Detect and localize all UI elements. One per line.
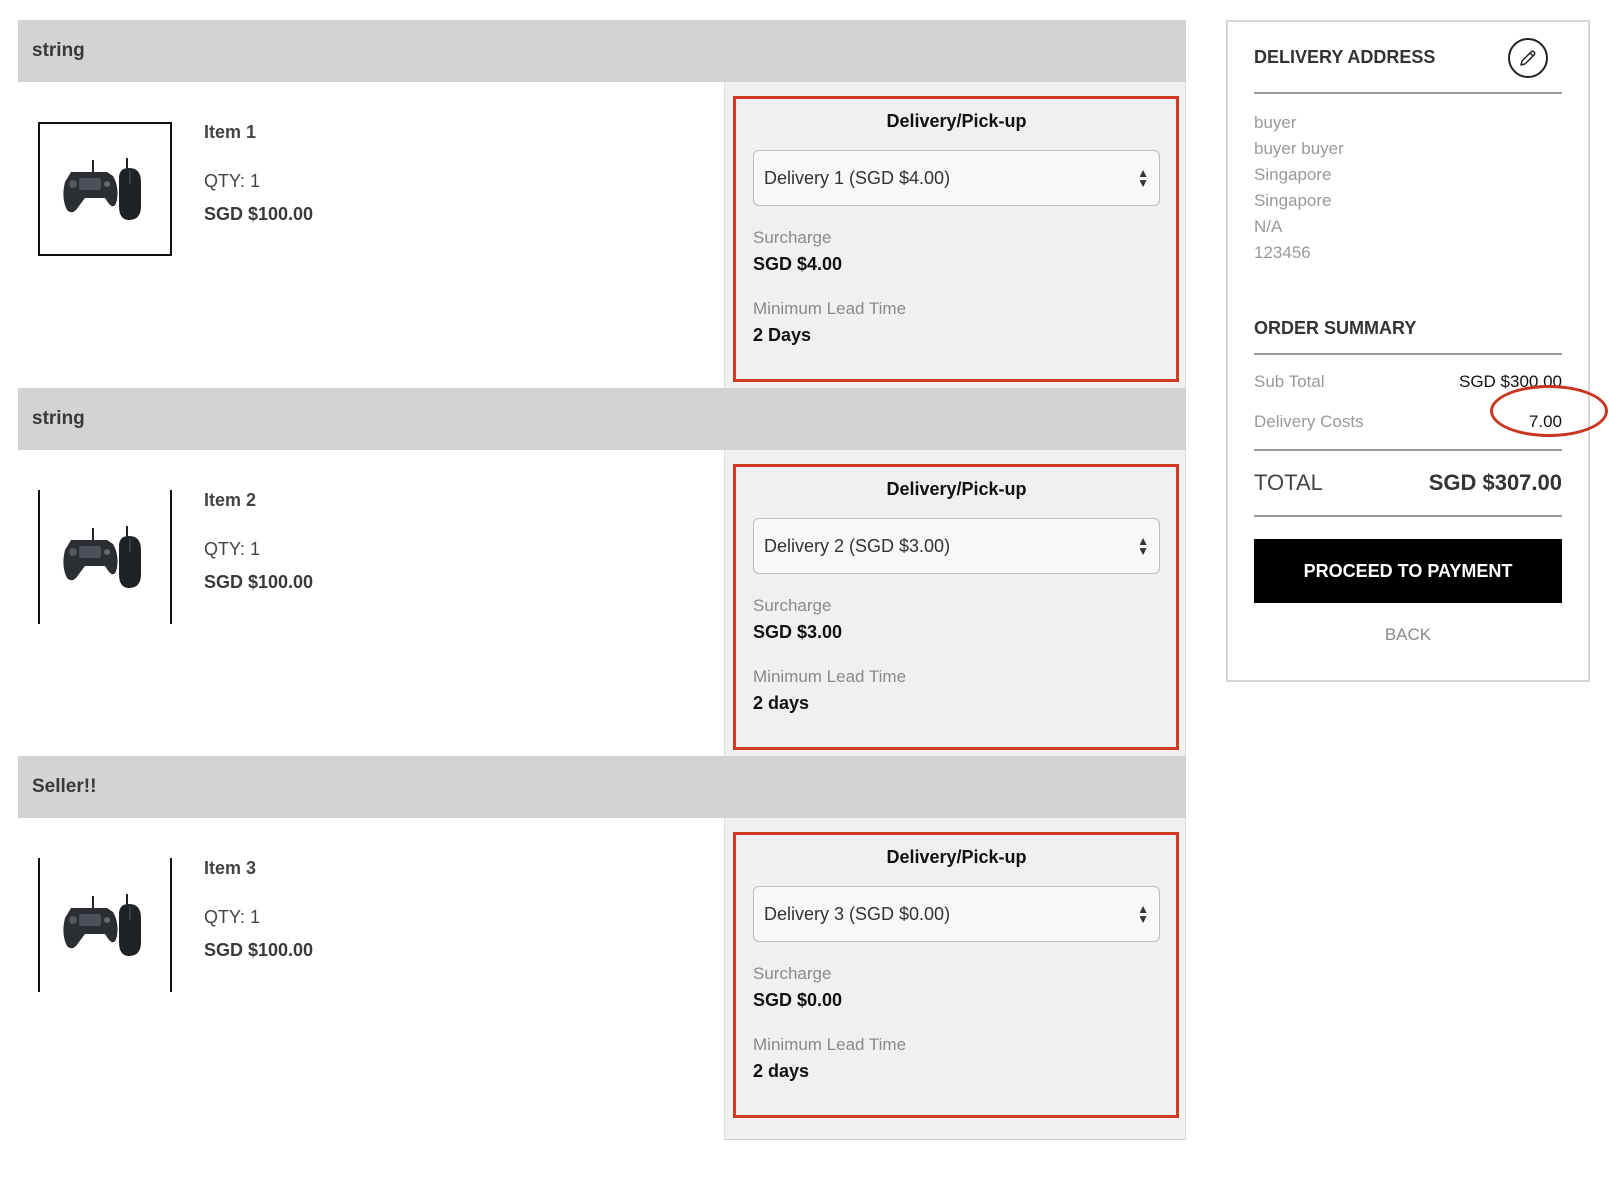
address-line: N/A [1254,217,1283,236]
back-link[interactable]: BACK [1254,625,1562,645]
delivery-options-highlight: Delivery/Pick-up Delivery 2 (SGD $3.00) … [733,464,1179,750]
lead-time-label: Minimum Lead Time [753,1035,907,1054]
address-line: 123456 [1254,243,1311,262]
select-arrows-icon: ▲ ▼ [1137,902,1149,926]
seller-name: Seller!! [18,756,1186,818]
item-price: SGD $100.00 [204,204,314,224]
surcharge-value: SGD $4.00 [753,254,843,274]
delivery-select[interactable]: Delivery 1 (SGD $4.00) ▲ ▼ [753,150,1160,206]
order-summary-title: ORDER SUMMARY [1254,318,1562,355]
address-lines: buyer buyer buyer Singapore Singapore N/… [1254,110,1562,266]
delivery-costs-row: Delivery Costs 7.00 [1254,385,1608,437]
delivery-options-highlight: Delivery/Pick-up Delivery 1 (SGD $4.00) … [733,96,1179,382]
item-quantity: QTY: 1 [204,171,261,191]
delivery-address-header: DELIVERY ADDRESS [1254,22,1562,94]
address-line: buyer buyer [1254,139,1344,158]
product-image[interactable] [38,490,172,624]
item-price: SGD $100.00 [204,940,314,960]
lead-time-label: Minimum Lead Time [753,299,907,318]
delivery-costs-label: Delivery Costs [1254,412,1364,431]
seller-group-1: string Item 1 QTY: 1 SGD $100.00 Deliver… [18,20,1186,398]
delivery-title: Delivery/Pick-up [886,847,1027,867]
lead-time-value: 2 Days [753,325,812,345]
pencil-icon [1520,50,1536,66]
item-quantity: QTY: 1 [204,539,261,559]
address-line: Singapore [1254,191,1332,210]
lead-time-value: 2 days [753,693,810,713]
seller-body: Item 3 QTY: 1 SGD $100.00 Delivery/Pick-… [18,818,1186,1140]
delivery-select-value: Delivery 2 (SGD $3.00) [764,535,951,556]
item-info: Item 2 QTY: 1 SGD $100.00 [204,490,313,593]
surcharge-label: Surcharge [753,964,832,983]
delivery-title: Delivery/Pick-up [886,111,1027,131]
delivery-panel: Delivery/Pick-up Delivery 2 (SGD $3.00) … [724,450,1186,766]
seller-body: Item 2 QTY: 1 SGD $100.00 Delivery/Pick-… [18,450,1186,766]
product-image[interactable] [38,858,172,992]
lead-time-label: Minimum Lead Time [753,667,907,686]
surcharge-value: SGD $0.00 [753,990,843,1010]
surcharge-value: SGD $3.00 [753,622,843,642]
item-info: Item 1 QTY: 1 SGD $100.00 [204,122,313,225]
gamepad-mouse-image [63,894,141,956]
address-line: buyer [1254,113,1297,132]
total-label: TOTAL [1254,470,1323,495]
delivery-address-title: DELIVERY ADDRESS [1254,46,1436,67]
delivery-panel: Delivery/Pick-up Delivery 1 (SGD $4.00) … [724,82,1186,398]
item-info: Item 3 QTY: 1 SGD $100.00 [204,858,313,961]
total-row: TOTAL SGD $307.00 [1254,451,1562,517]
total-value: SGD $307.00 [1428,470,1562,495]
edit-address-button[interactable] [1508,38,1548,78]
item-quantity: QTY: 1 [204,907,261,927]
surcharge-label: Surcharge [753,596,832,615]
product-image[interactable] [38,122,172,256]
subtotal-label: Sub Total [1254,372,1325,391]
item-name: Item 1 [204,122,257,142]
lead-time-value: 2 days [753,1061,810,1081]
delivery-select-value: Delivery 1 (SGD $4.00) [764,167,951,188]
proceed-to-payment-button[interactable]: PROCEED TO PAYMENT [1254,539,1562,603]
seller-group-2: string Item 2 QTY: 1 SGD $100.00 Deliver… [18,388,1186,766]
seller-body: Item 1 QTY: 1 SGD $100.00 Delivery/Pick-… [18,82,1186,398]
delivery-options-highlight: Delivery/Pick-up Delivery 3 (SGD $0.00) … [733,832,1179,1118]
gamepad-mouse-image [63,158,141,220]
delivery-select-value: Delivery 3 (SGD $0.00) [764,903,951,924]
delivery-panel: Delivery/Pick-up Delivery 3 (SGD $0.00) … [724,818,1186,1140]
item-name: Item 3 [204,858,257,878]
address-line: Singapore [1254,165,1332,184]
delivery-select[interactable]: Delivery 2 (SGD $3.00) ▲ ▼ [753,518,1160,574]
seller-name: string [18,20,1186,82]
delivery-select[interactable]: Delivery 3 (SGD $0.00) ▲ ▼ [753,886,1160,942]
gamepad-mouse-image [63,526,141,588]
item-name: Item 2 [204,490,257,510]
select-arrows-icon: ▲ ▼ [1137,534,1149,558]
surcharge-label: Surcharge [753,228,832,247]
highlight-circle [1490,385,1608,437]
delivery-title: Delivery/Pick-up [886,479,1027,499]
seller-name: string [18,388,1186,450]
checkout-sidebar: DELIVERY ADDRESS buyer buyer buyer Singa… [1226,20,1608,682]
select-arrows-icon: ▲ ▼ [1137,166,1149,190]
item-price: SGD $100.00 [204,572,314,592]
seller-group-3: Seller!! Item 3 QTY: 1 SGD $100.00 Deliv… [18,756,1186,1140]
